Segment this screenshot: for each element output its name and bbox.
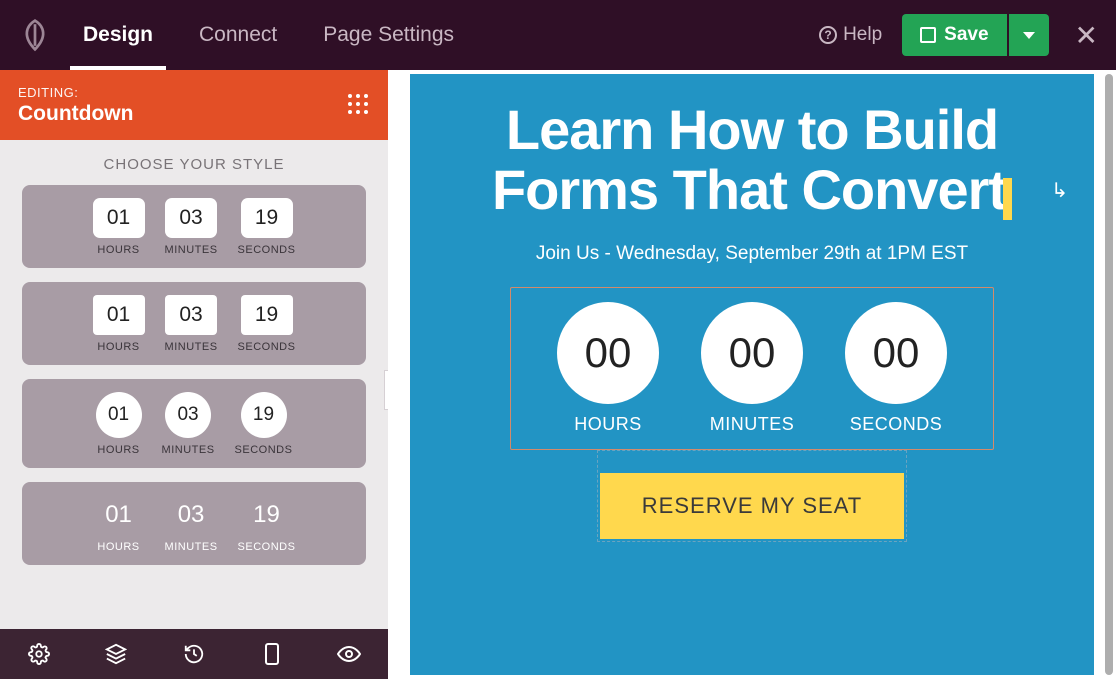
preview-hours: 00 [557, 302, 659, 404]
hero-title-line1: Learn How to Build [506, 98, 998, 161]
gear-icon [28, 643, 50, 665]
preview-pane: Learn How to Build Forms That Convert ↳ … [388, 70, 1116, 679]
style1-hours: 01 [93, 198, 145, 238]
save-label: Save [944, 24, 988, 46]
help-button[interactable]: ? Help [819, 24, 882, 46]
style4-hours: 01 [93, 495, 145, 535]
style2-seconds: 19 [241, 295, 293, 335]
leaf-icon [17, 17, 53, 53]
drag-handle-icon[interactable] [348, 94, 370, 116]
preview-scrollbar[interactable] [1105, 74, 1113, 675]
layers-icon [105, 643, 127, 665]
page-preview[interactable]: Learn How to Build Forms That Convert ↳ … [410, 74, 1094, 675]
panel-header: EDITING: Countdown [0, 70, 388, 140]
cta-button[interactable]: RESERVE MY SEAT [600, 473, 904, 539]
style2-hours-label: HOURS [97, 341, 139, 353]
save-icon [920, 27, 936, 43]
hero-title-line2: Forms That Convert [492, 158, 1006, 221]
save-dropdown[interactable] [1009, 14, 1049, 56]
preview-seconds: 00 [845, 302, 947, 404]
style2-minutes: 03 [165, 295, 217, 335]
style-heading: CHOOSE YOUR STYLE [0, 140, 388, 185]
settings-button[interactable] [27, 642, 51, 666]
tab-design[interactable]: Design [60, 0, 176, 70]
style4-minutes-label: MINUTES [165, 541, 218, 553]
hero-subtitle[interactable]: Join Us - Wednesday, September 29th at 1… [536, 243, 968, 265]
style4-seconds: 19 [241, 495, 293, 535]
style3-hours-label: HOURS [97, 444, 139, 456]
history-icon [183, 643, 205, 665]
close-button[interactable]: ✕ [1075, 19, 1098, 52]
style1-hours-label: HOURS [97, 244, 139, 256]
device-preview-button[interactable] [260, 642, 284, 666]
style3-minutes-label: MINUTES [162, 444, 215, 456]
style2-seconds-label: SECONDS [238, 341, 296, 353]
style4-minutes: 03 [165, 495, 217, 535]
editing-label: EDITING: [18, 85, 133, 100]
style2-minutes-label: MINUTES [165, 341, 218, 353]
text-cursor [1003, 178, 1012, 220]
cursor-flourish-icon: ↳ [1051, 178, 1068, 203]
mobile-icon [264, 642, 280, 666]
main-area: EDITING: Countdown CHOOSE YOUR STYLE 01 H… [0, 70, 1116, 679]
eye-icon [337, 645, 361, 663]
left-panel: EDITING: Countdown CHOOSE YOUR STYLE 01 H… [0, 70, 388, 679]
layers-button[interactable] [104, 642, 128, 666]
tab-page-settings[interactable]: Page Settings [300, 0, 477, 70]
style1-minutes: 03 [165, 198, 217, 238]
help-icon: ? [819, 26, 837, 44]
preview-button[interactable] [337, 642, 361, 666]
countdown-block[interactable]: 00 HOURS 00 MINUTES 00 SECONDS [510, 287, 994, 450]
history-button[interactable] [182, 642, 206, 666]
style4-hours-label: HOURS [97, 541, 139, 553]
editing-block-name: Countdown [18, 102, 133, 126]
style-option-plain[interactable]: 01 HOURS 03 MINUTES 19 SECONDS [22, 482, 366, 565]
style1-minutes-label: MINUTES [165, 244, 218, 256]
style3-seconds-label: SECONDS [235, 444, 293, 456]
style4-seconds-label: SECONDS [238, 541, 296, 553]
preview-minutes: 00 [701, 302, 803, 404]
style-option-rounded[interactable]: 01 HOURS 03 MINUTES 19 SECONDS [22, 185, 366, 268]
brand-logo [10, 17, 60, 53]
chevron-down-icon [1023, 32, 1035, 39]
style-option-square[interactable]: 01 HOURS 03 MINUTES 19 SECONDS [22, 282, 366, 365]
top-tabs: Design Connect Page Settings [60, 0, 477, 70]
left-bottom-toolbar [0, 629, 388, 679]
top-bar: Design Connect Page Settings ? Help Save… [0, 0, 1116, 70]
style-option-circle[interactable]: 01 HOURS 03 MINUTES 19 SECONDS [22, 379, 366, 468]
save-group: Save [902, 14, 1048, 56]
style1-seconds-label: SECONDS [238, 244, 296, 256]
tab-connect[interactable]: Connect [176, 0, 300, 70]
style1-seconds: 19 [241, 198, 293, 238]
style3-minutes: 03 [165, 392, 211, 438]
preview-hours-label: HOURS [574, 414, 642, 435]
cta-wrapper: RESERVE MY SEAT [597, 450, 907, 542]
style-list: 01 HOURS 03 MINUTES 19 SECONDS 01 HOURS 03 MI… [0, 185, 388, 629]
help-label: Help [843, 24, 882, 46]
style3-seconds: 19 [241, 392, 287, 438]
save-button[interactable]: Save [902, 14, 1006, 56]
style2-hours: 01 [93, 295, 145, 335]
preview-seconds-label: SECONDS [850, 414, 943, 435]
style3-hours: 01 [96, 392, 142, 438]
preview-minutes-label: MINUTES [710, 414, 795, 435]
hero-title[interactable]: Learn How to Build Forms That Convert [482, 100, 1022, 221]
